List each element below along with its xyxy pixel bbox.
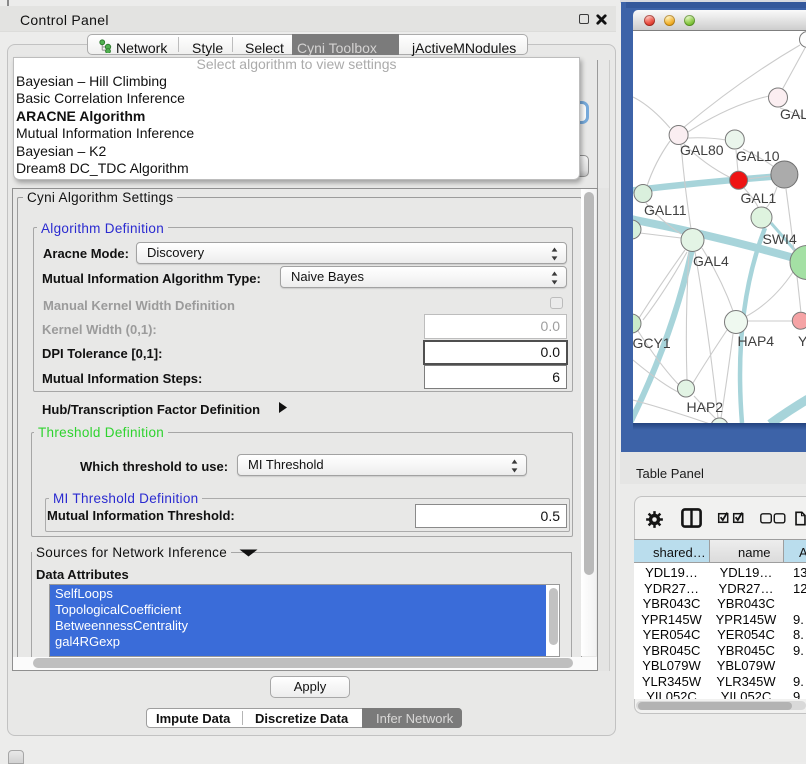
svg-text:SWI4: SWI4 (763, 231, 797, 247)
svg-text:HAP2: HAP2 (687, 399, 724, 415)
svg-text:HAP4: HAP4 (738, 333, 775, 349)
svg-text:GAL80: GAL80 (680, 142, 724, 158)
svg-text:GAL1: GAL1 (741, 190, 777, 206)
svg-text:GAL4: GAL4 (693, 253, 729, 269)
svg-text:GAL7: GAL7 (780, 106, 806, 122)
svg-text:GAL10: GAL10 (736, 148, 780, 164)
svg-text:GCY1: GCY1 (633, 335, 671, 351)
svg-text:GAL11: GAL11 (644, 202, 687, 218)
svg-text:Y: Y (798, 333, 806, 349)
